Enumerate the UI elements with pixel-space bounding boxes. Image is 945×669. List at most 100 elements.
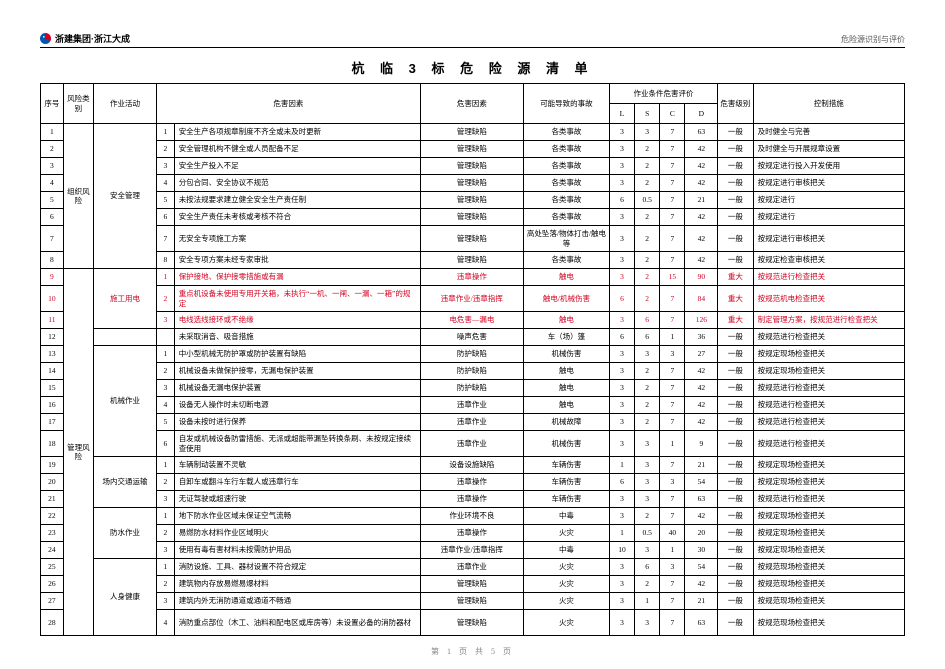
cell-D: 84 xyxy=(685,286,718,312)
brand: 浙建集团·浙江大成 xyxy=(40,32,130,45)
cell-S: 3 xyxy=(635,610,660,636)
cell-factor: 安全管理机构不健全或人员配备不足 xyxy=(174,141,420,158)
cell-L: 3 xyxy=(609,158,634,175)
cell-subseq: 2 xyxy=(157,576,175,593)
cell-D: 42 xyxy=(685,209,718,226)
cell-factor: 安全生产投入不足 xyxy=(174,158,420,175)
cell-D: 42 xyxy=(685,252,718,269)
cell-accident: 各类事故 xyxy=(524,158,610,175)
cell-activity xyxy=(93,329,156,346)
cell-level: 一般 xyxy=(718,431,753,457)
cell-L: 6 xyxy=(609,286,634,312)
cell-C: 3 xyxy=(660,346,685,363)
page-title: 杭 临 3 标 危 险 源 清 单 xyxy=(40,58,905,77)
cell-L: 6 xyxy=(609,474,634,491)
cell-level: 一般 xyxy=(718,363,753,380)
table-row: 175设备未按时进行保养违章作业机械故障32742一般按规范进行检查把关 xyxy=(41,414,905,431)
cell-cause: 管理缺陷 xyxy=(420,124,523,141)
th-cat: 风险类别 xyxy=(63,84,93,124)
hazard-table: 序号 风险类别 作业活动 危害因素 危害因素 可能导致的事故 作业条件危害评价 … xyxy=(40,83,905,636)
cell-level: 一般 xyxy=(718,209,753,226)
cell-seq: 9 xyxy=(41,269,64,286)
cell-cause: 违章作业 xyxy=(420,397,523,414)
cell-level: 一般 xyxy=(718,414,753,431)
cell-D: 30 xyxy=(685,542,718,559)
cell-L: 3 xyxy=(609,610,634,636)
cell-seq: 11 xyxy=(41,312,64,329)
cell-C: 7 xyxy=(660,192,685,209)
cell-activity: 人身健康 xyxy=(93,559,156,636)
cell-L: 3 xyxy=(609,269,634,286)
cell-level: 一般 xyxy=(718,141,753,158)
cell-cause: 管理缺陷 xyxy=(420,226,523,252)
cell-seq: 17 xyxy=(41,414,64,431)
cell-factor: 未采取消音、吸音措施 xyxy=(174,329,420,346)
cell-seq: 13 xyxy=(41,346,64,363)
cell-cause: 管理缺陷 xyxy=(420,192,523,209)
cell-D: 21 xyxy=(685,192,718,209)
cell-L: 1 xyxy=(609,525,634,542)
cell-C: 7 xyxy=(660,593,685,610)
table-row: 22安全管理机构不健全或人员配备不足管理缺陷各类事故32742一般及时健全与开展… xyxy=(41,141,905,158)
cell-subseq: 8 xyxy=(157,252,175,269)
cell-level: 一般 xyxy=(718,158,753,175)
cell-factor: 车辆制动装置不灵敏 xyxy=(174,457,420,474)
cell-accident: 触电 xyxy=(524,380,610,397)
cell-control: 按规定现场检查把关 xyxy=(753,346,904,363)
cell-D: 90 xyxy=(685,269,718,286)
cell-cause: 噪声危害 xyxy=(420,329,523,346)
cell-L: 3 xyxy=(609,397,634,414)
cell-level: 重大 xyxy=(718,312,753,329)
cell-level: 一般 xyxy=(718,525,753,542)
cell-subseq xyxy=(157,329,175,346)
cell-C: 7 xyxy=(660,252,685,269)
cell-category: 管理风险 xyxy=(63,269,93,636)
cell-cause: 违章作业 xyxy=(420,414,523,431)
cell-control: 及时健全与开展规章设置 xyxy=(753,141,904,158)
cell-accident: 各类事故 xyxy=(524,141,610,158)
cell-accident: 高处坠落/物体打击/触电等 xyxy=(524,226,610,252)
cell-D: 42 xyxy=(685,576,718,593)
cell-control: 按规定进行审核把关 xyxy=(753,226,904,252)
th-seq: 序号 xyxy=(41,84,64,124)
cell-factor: 设备无人操作时未切断电源 xyxy=(174,397,420,414)
cell-S: 2 xyxy=(635,269,660,286)
cell-D: 9 xyxy=(685,431,718,457)
cell-accident: 各类事故 xyxy=(524,209,610,226)
cell-factor: 保护接地、保护接零措施或有漏 xyxy=(174,269,420,286)
cell-subseq: 3 xyxy=(157,158,175,175)
cell-level: 一般 xyxy=(718,542,753,559)
cell-seq: 23 xyxy=(41,525,64,542)
cell-accident: 车辆伤害 xyxy=(524,457,610,474)
table-row: 202自卸车或翻斗车行车载人或违章行车违章操作车辆伤害63354一般按规定现场检… xyxy=(41,474,905,491)
cell-seq: 7 xyxy=(41,226,64,252)
cell-C: 7 xyxy=(660,397,685,414)
table-row: 142机械设备未做保护接零，无漏电保护装置防护缺陷触电32742一般按规定现场检… xyxy=(41,363,905,380)
cell-seq: 20 xyxy=(41,474,64,491)
cell-cause: 管理缺陷 xyxy=(420,141,523,158)
table-row: 25人身健康1消防设施、工具、器材设置不符合规定违章作业火灾36354一般按规范… xyxy=(41,559,905,576)
cell-accident: 机械故障 xyxy=(524,414,610,431)
cell-C: 1 xyxy=(660,329,685,346)
cell-C: 7 xyxy=(660,380,685,397)
cell-C: 15 xyxy=(660,269,685,286)
cell-C: 7 xyxy=(660,124,685,141)
cell-accident: 触电 xyxy=(524,363,610,380)
cell-D: 42 xyxy=(685,380,718,397)
cell-seq: 6 xyxy=(41,209,64,226)
cell-level: 一般 xyxy=(718,508,753,525)
cell-D: 42 xyxy=(685,226,718,252)
cell-factor: 无安全专项施工方案 xyxy=(174,226,420,252)
page-indicator: 第 1 页 共 5 页 xyxy=(0,646,945,657)
table-row: 284消防重点部位（木工、油料和配电区或库房等）未设置必备的消防器材管理缺陷火灾… xyxy=(41,610,905,636)
cell-factor: 地下防水作业区域未保证空气流畅 xyxy=(174,508,420,525)
cell-level: 一般 xyxy=(718,192,753,209)
cell-level: 一般 xyxy=(718,252,753,269)
th-act: 作业活动 xyxy=(93,84,156,124)
cell-D: 42 xyxy=(685,414,718,431)
table-row: 1组织风险安全管理1安全生产各项规章制度不齐全或未及时更新管理缺陷各类事故337… xyxy=(41,124,905,141)
cell-factor: 建筑内外无消防通道或通道不畅通 xyxy=(174,593,420,610)
cell-control: 按规定现场检查把关 xyxy=(753,525,904,542)
cell-accident: 火灾 xyxy=(524,593,610,610)
cell-L: 3 xyxy=(609,559,634,576)
